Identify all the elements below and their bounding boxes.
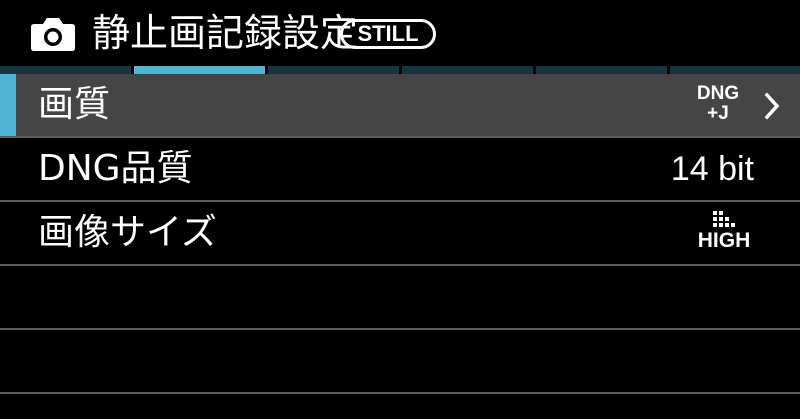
menu-list: 画質 DNG +J DNG品質 14 bit 画像サイズ HIGH [0,74,800,419]
menu-item-image-quality[interactable]: 画質 DNG +J [0,74,800,138]
menu-item-label: 画質 [38,84,111,125]
tab-strip [0,66,800,74]
tab-5[interactable] [536,66,667,74]
image-size-value: HIGH [694,210,754,252]
menu-item-image-size[interactable]: 画像サイズ HIGH [0,202,800,266]
camera-menu-screen: 静止画記録設定 STILL 画質 DNG +J DNG品質 14 bit 画像サ [0,0,800,419]
menu-header: 静止画記録設定 STILL [0,0,800,66]
image-size-grid-icon [713,211,735,227]
menu-item-empty-3 [0,394,800,419]
still-mode-badge: STILL [340,19,436,49]
menu-item-empty-2 [0,330,800,394]
value-line-1: DNG [696,83,740,104]
camera-icon [31,18,75,51]
value-line-2: HIGH [697,229,751,252]
dng-quality-value: 14 bit [670,150,754,188]
chevron-right-icon [764,92,780,120]
tab-3[interactable] [268,66,399,74]
image-quality-value: DNG +J [688,84,748,124]
tab-1[interactable] [0,66,131,74]
page-title: 静止画記録設定 [92,11,359,55]
value-line-2: +J [707,103,729,124]
tab-6[interactable] [670,66,800,74]
tab-2[interactable] [134,66,265,74]
menu-item-label: 画像サイズ [38,212,217,253]
selection-marker [0,74,16,136]
menu-item-dng-quality[interactable]: DNG品質 14 bit [0,138,800,202]
tab-4[interactable] [402,66,533,74]
menu-item-label: DNG品質 [38,148,193,189]
menu-item-empty-1 [0,266,800,330]
